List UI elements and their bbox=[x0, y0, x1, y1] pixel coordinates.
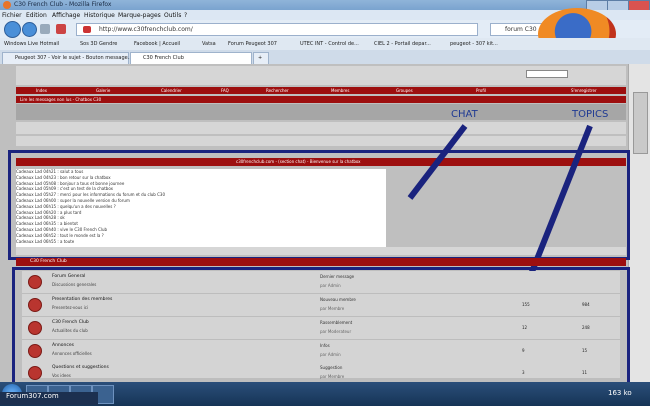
topic-count: 12 bbox=[522, 325, 528, 330]
forum-category-title: C30 French Club bbox=[30, 259, 67, 264]
forum-row[interactable]: Annonces Annonces officielles Infos par Adm… bbox=[22, 340, 620, 364]
windows-taskbar: Forum307.com 163 ko bbox=[0, 382, 650, 406]
forum-title[interactable]: Forum General bbox=[52, 274, 85, 279]
forum-desc: Actualites du club bbox=[52, 328, 88, 333]
post-count: 11 bbox=[582, 370, 588, 375]
taskbar-site-label: Forum307.com bbox=[0, 392, 98, 405]
last-post[interactable]: Nouveau membre bbox=[320, 297, 356, 302]
forum-title[interactable]: C30 French Club bbox=[52, 320, 89, 325]
last-post[interactable]: Infos bbox=[320, 343, 330, 348]
last-post[interactable]: Rassemblement bbox=[320, 320, 352, 325]
forum-desc: Presentez-vous ici bbox=[52, 305, 89, 310]
forum-desc: Annonces officielles bbox=[52, 351, 92, 356]
last-post-author: par Membre bbox=[320, 306, 345, 311]
post-count: 984 bbox=[582, 302, 590, 307]
last-post-author: par Membre bbox=[320, 374, 345, 379]
chat-arrow-line bbox=[407, 124, 468, 200]
forum-status-icon bbox=[28, 298, 42, 312]
topic-count: 3 bbox=[522, 370, 525, 375]
topic-count: 155 bbox=[522, 302, 530, 307]
forum-status-icon bbox=[28, 344, 42, 358]
last-post-author: par Moderateur bbox=[320, 329, 352, 334]
forum-row[interactable]: Presentation des membres Presentez-vous i… bbox=[22, 294, 620, 318]
forum-title[interactable]: Questions et suggestions bbox=[52, 365, 109, 370]
post-count: 248 bbox=[582, 325, 590, 330]
forum-category-header: C30 French Club bbox=[16, 258, 626, 266]
forum-desc: Discussions generales bbox=[52, 282, 97, 287]
forum-row[interactable]: C30 French Club Actualites du club Rassemb… bbox=[22, 317, 620, 341]
forum-row[interactable]: Forum General Discussions generales Dernie… bbox=[22, 271, 620, 295]
forum-title[interactable]: Presentation des membres bbox=[52, 297, 112, 302]
forum-status-icon bbox=[28, 366, 42, 380]
last-post-author: par Admin bbox=[320, 352, 341, 357]
forum-row[interactable]: Questions et suggestions Vos idees Suggest… bbox=[22, 362, 620, 380]
status-text: 163 ko bbox=[608, 389, 632, 397]
forum-status-icon bbox=[28, 275, 42, 289]
last-post-author: par Admin bbox=[320, 283, 341, 288]
post-count: 15 bbox=[582, 348, 588, 353]
last-post[interactable]: Suggestion bbox=[320, 365, 342, 370]
forum-status-icon bbox=[28, 321, 42, 335]
forum-title[interactable]: Annonces bbox=[52, 343, 74, 348]
forum-desc: Vos idees bbox=[52, 373, 71, 378]
topic-count: 9 bbox=[522, 348, 525, 353]
last-post[interactable]: Dernier message bbox=[320, 274, 354, 279]
